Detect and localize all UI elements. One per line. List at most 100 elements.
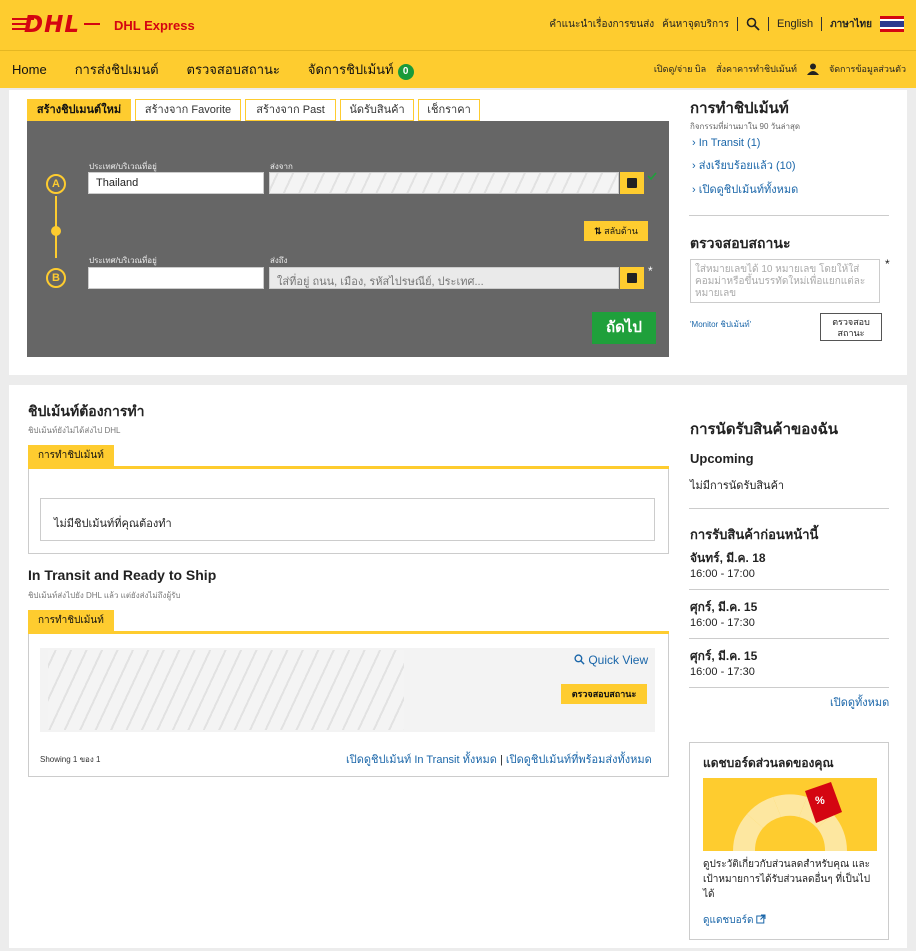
search-icon[interactable] [746,17,760,31]
discount-text: ดูประวัติเกี่ยวกับส่วนลดสำหรับคุณ และเป้… [703,859,871,900]
nav-right: เปิดดู/จ่าย บิล สั่งคาคารทำชิปเม้นท์ จัด… [654,62,906,76]
view-pay-bill-link[interactable]: เปิดดู/จ่าย บิล [654,62,706,76]
thai-flag-icon [880,16,904,32]
pickup-time: 16:00 - 17:30 [690,666,755,678]
divider [737,17,739,31]
delivered-label: ส่งเรียบร้อยแล้ว (10) [698,160,796,172]
address-book-icon [627,273,637,283]
view-all-pickups-link[interactable]: เปิดดูทั้งหมด [830,693,889,711]
view-dashboard-label: ดูแดชบอร์ด [703,915,754,926]
divider [689,508,889,509]
divider [821,17,823,31]
next-button[interactable]: ถัดไป [592,312,656,344]
pickups-title: การนัดรับสินค้าของฉัน [690,421,839,438]
external-link-icon [756,914,766,924]
from-country-input[interactable]: Thailand [88,172,264,194]
pickup-date: ศุกร์, มี.ค. 15 [690,600,758,614]
tab-check-rate[interactable]: เช็กราคา [418,99,480,121]
transit-links: เปิดดูชิปเม้นท์ In Transit ทั้งหมด | เปิ… [346,750,652,768]
order-supplies-link[interactable]: สั่งคาคารทำชิปเม้นท์ [716,62,797,76]
monitor-shipments-link[interactable]: 'Monitor ชิปเม้นท์' [690,318,751,331]
dhl-logo[interactable]: DHL [24,12,80,38]
transit-subtitle: ชิปเม้นท์ส่งไปยัง DHL แล้ว แต่ยังส่งไม่ถ… [28,591,181,600]
required-marker: * [648,264,653,278]
nav-manage-label: จัดการชิปเม้นท์ [307,62,394,77]
user-icon [806,63,819,75]
swap-label: สลับด้าน [604,226,638,236]
from-address-book-button[interactable] [620,172,644,194]
in-transit-link[interactable]: › In Transit (1) [692,137,760,149]
view-dashboard-link[interactable]: ดูแดชบอร์ด [703,913,766,928]
address-form [27,121,669,357]
from-marker: A [46,174,66,194]
to-country-label: ประเทศ/บริเวณที่อยู่ [89,256,157,265]
from-address-input[interactable] [269,172,619,194]
all-ready-link[interactable]: เปิดดูชิปเม้นท์ที่พร้อมส่งทั้งหมด [506,754,652,766]
address-book-icon [627,178,637,188]
activity-subtitle: กิจกรรมที่ผ่านมาใน 90 วันล่าสุด [690,122,801,131]
quick-view-link[interactable]: Quick View [574,653,648,667]
transit-tab[interactable]: การทำชิปเม้นท์ [28,610,114,632]
previous-heading: การรับสินค้าก่อนหน้านี้ [690,527,819,542]
discount-title: แดชบอร์ดส่วนลดของคุณ [703,756,834,770]
to-address-input[interactable]: ใส่ที่อยู่ ถนน, เมือง, รหัสไปรษณีย์, ประ… [269,267,619,289]
todo-subtitle: ชิปเม้นท์ยังไม่ได้ส่งไป DHL [28,426,121,435]
pickup-time: 16:00 - 17:30 [690,617,755,629]
discount-percent-icon: % [815,795,825,807]
tracking-number-input[interactable]: ใส่หมายเลขได้ 10 หมายเลข โดยให้ใส่คอมม่า… [690,259,880,303]
divider [768,17,770,31]
to-country-input[interactable] [88,267,264,289]
discount-gauge[interactable] [703,778,877,851]
tab-from-favorite[interactable]: สร้างจาก Favorite [135,99,241,121]
shipment-details-redacted [48,650,404,730]
nav-manage-shipments[interactable]: จัดการชิปเม้นท์ 0 [308,59,414,80]
pickup-item[interactable]: ศุกร์, มี.ค. 15 16:00 - 17:30 [690,598,757,629]
pagination-info: Showing 1 ของ 1 [40,755,101,764]
delivered-link[interactable]: › ส่งเรียบร้อยแล้ว (10) [692,156,796,174]
track-button[interactable]: ตรวจสอบ สถานะ [820,313,882,341]
todo-tab[interactable]: การทำชิปเม้นท์ [28,445,114,467]
lang-thai[interactable]: ภาษาไทย [830,17,872,32]
search-icon [574,654,585,665]
all-shipments-link[interactable]: › เปิดดูชิปเม้นท์ทั้งหมด [692,180,798,198]
lang-english[interactable]: English [777,18,813,30]
shipping-advice-link[interactable]: คำแนะนำเรื่องการขนส่ง [549,17,654,32]
tab-schedule-pickup[interactable]: นัดรับสินค้า [340,99,414,121]
profile-link[interactable]: จัดการข้อมูลส่วนตัว [829,62,906,76]
utility-links: คำแนะนำเรื่องการขนส่ง ค้นหาจุดบริการ Eng… [549,12,904,36]
all-in-transit-link[interactable]: เปิดดูชิปเม้นท์ In Transit ทั้งหมด [346,754,497,766]
swap-button[interactable]: ⇅ สลับด้าน [584,221,648,241]
todo-title: ชิปเม้นท์ต้องการทำ [28,403,145,419]
main-nav: Home การส่งชิปเมนต์ ตรวจสอบสถานะ จัดการช… [0,50,916,88]
required-marker: * [885,257,890,271]
find-location-link[interactable]: ค้นหาจุดบริการ [662,17,729,32]
product-name: DHL Express [114,18,195,33]
nav-track[interactable]: ตรวจสอบสถานะ [187,59,280,80]
todo-empty-text: ไม่มีชิปเม้นท์ที่คุณต้องทำ [54,518,172,530]
divider [689,687,889,688]
nav-home[interactable]: Home [12,62,47,77]
to-marker: B [46,268,66,288]
pickup-date: ศุกร์, มี.ค. 15 [690,649,758,663]
all-shipments-label: เปิดดูชิปเม้นท์ทั้งหมด [698,184,799,196]
pickup-time: 16:00 - 17:00 [690,568,755,580]
gauge-icon [733,782,847,851]
tab-new-shipment[interactable]: สร้างชิปเมนต์ใหม่ [27,99,131,121]
transit-title: In Transit and Ready to Ship [28,567,217,583]
route-dot [51,226,61,236]
divider [689,215,889,216]
swap-icon: ⇅ [594,226,605,236]
pickup-item[interactable]: จันทร์, มี.ค. 18 16:00 - 17:00 [690,549,766,580]
to-address-label: ส่งถึง [270,256,288,265]
check-status-button[interactable]: ตรวจสอบสถานะ [561,684,647,704]
link-separator: | [499,754,503,766]
to-address-book-button[interactable] [620,267,644,289]
upcoming-heading: Upcoming [690,451,754,466]
tab-from-past[interactable]: สร้างจาก Past [245,99,336,121]
upcoming-empty: ไม่มีการนัดรับสินค้า [690,480,785,492]
track-title: ตรวจสอบสถานะ [690,235,791,251]
nav-shipping[interactable]: การส่งชิปเมนต์ [75,59,159,80]
pickup-item[interactable]: ศุกร์, มี.ค. 15 16:00 - 17:30 [690,647,757,678]
check-icon [647,172,657,181]
quick-view-label: Quick View [588,653,649,667]
